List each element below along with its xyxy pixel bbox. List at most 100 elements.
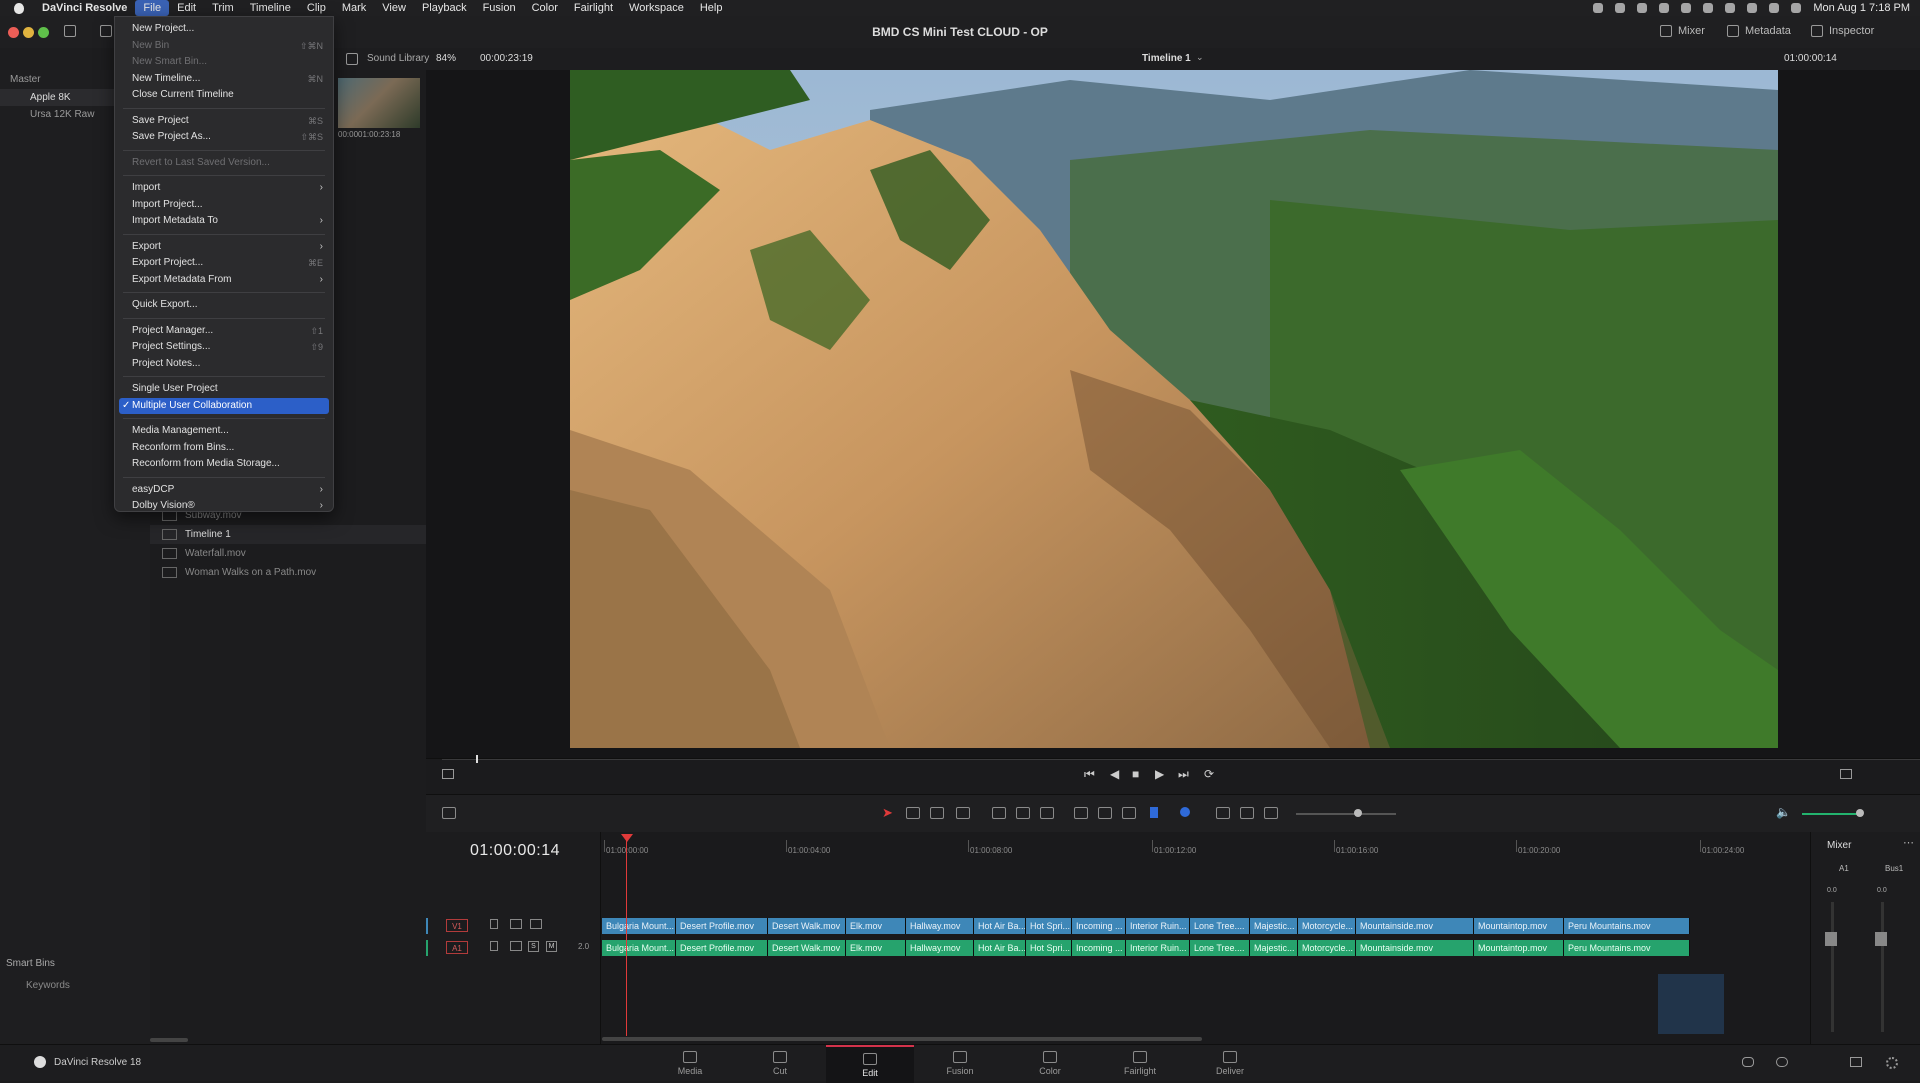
menu-item[interactable]: New Timeline... ⌘N — [115, 71, 333, 88]
menu-item[interactable]: Export Metadata From › — [115, 272, 333, 289]
timeline-clip[interactable]: Peru Mountains.mov — [1564, 940, 1690, 956]
zoom-slider[interactable] — [1296, 813, 1396, 815]
menu-item[interactable]: Project Settings... ⇧9 — [115, 339, 333, 356]
timeline-clip[interactable]: Bulgaria Mount... — [602, 940, 676, 956]
zoom-custom-icon[interactable] — [1264, 807, 1278, 819]
flag-icon[interactable] — [1150, 807, 1158, 818]
timeline-selector[interactable]: Timeline 1 — [1142, 53, 1191, 64]
menu-item[interactable]: Project Manager... ⇧1 — [115, 323, 333, 340]
overwrite-clip-icon[interactable] — [1016, 807, 1030, 819]
metadata-toggle[interactable]: Metadata — [1727, 25, 1791, 37]
zoom-detail-icon[interactable] — [1240, 807, 1254, 819]
menu-item[interactable]: Reconform from Media Storage... — [115, 456, 333, 473]
lock-icon[interactable] — [1122, 807, 1136, 819]
menu-item[interactable]: Import › — [115, 180, 333, 197]
menu-item[interactable]: Save Project ⌘S — [115, 113, 333, 130]
scrubber-handle[interactable] — [476, 755, 478, 763]
timeline-clip[interactable]: Mountaintop.mov — [1474, 940, 1564, 956]
timeline-clip[interactable]: Hot Air Ba... — [974, 940, 1026, 956]
timeline-clip[interactable]: Motorcycle... — [1298, 940, 1356, 956]
menu-clip[interactable]: Clip — [299, 0, 334, 16]
timeline-clip[interactable]: Hallway.mov — [906, 940, 974, 956]
stop-icon[interactable]: ■ — [1132, 767, 1139, 781]
fader-a1[interactable] — [1831, 902, 1834, 1032]
selection-tool-icon[interactable]: ➤ — [882, 805, 893, 821]
volume-slider-handle[interactable] — [1856, 809, 1864, 817]
timeline-clip[interactable]: Peru Mountains.mov — [1564, 918, 1690, 934]
timeline-clip[interactable]: Hot Air Ba... — [974, 918, 1026, 934]
timeline-clip[interactable]: Elk.mov — [846, 940, 906, 956]
menu-app-name[interactable]: DaVinci Resolve — [34, 0, 135, 16]
timeline-clip[interactable]: Hallway.mov — [906, 918, 974, 934]
viewer-mode-icon[interactable] — [442, 769, 454, 779]
dynamic-trim-icon[interactable] — [930, 807, 944, 819]
menu-item[interactable]: Close Current Timeline — [115, 87, 333, 104]
menu-help[interactable]: Help — [692, 0, 731, 16]
go-to-start-icon[interactable]: ⏮ — [1084, 767, 1095, 782]
timeline-clip[interactable]: Mountainside.mov — [1356, 940, 1474, 956]
timeline-clip[interactable]: Hot Spri... — [1026, 918, 1072, 934]
timeline-clip[interactable]: Incoming ... — [1072, 918, 1126, 934]
menu-playback[interactable]: Playback — [414, 0, 475, 16]
menu-item[interactable]: Project Notes... — [115, 356, 333, 373]
timeline-clip[interactable]: Majestic... — [1250, 918, 1298, 934]
creative-cloud-icon[interactable] — [1593, 3, 1604, 13]
menu-item[interactable]: Import Project... — [115, 197, 333, 214]
menu-fairlight[interactable]: Fairlight — [566, 0, 621, 16]
menu-trim[interactable]: Trim — [204, 0, 242, 16]
viewer-scrubber[interactable] — [442, 759, 1920, 760]
davinci-icon[interactable] — [1637, 3, 1648, 13]
timeline-clip[interactable]: Lone Tree.... — [1190, 918, 1250, 934]
blade-tool-icon[interactable] — [956, 807, 970, 819]
page-tab-deliver[interactable]: Deliver — [1186, 1045, 1274, 1081]
track-autoselect-icon[interactable] — [510, 941, 522, 951]
menu-item[interactable]: Import Metadata To › — [115, 213, 333, 230]
timeline-clip[interactable]: Lone Tree.... — [1190, 940, 1250, 956]
volume-icon[interactable] — [1681, 3, 1692, 13]
link-icon[interactable] — [1098, 807, 1112, 819]
wifi-icon[interactable] — [1725, 3, 1736, 13]
page-tab-color[interactable]: Color — [1006, 1045, 1094, 1081]
menu-mark[interactable]: Mark — [334, 0, 374, 16]
list-item[interactable]: Woman Walks on a Path.mov — [150, 563, 426, 582]
clip-thumbnail[interactable] — [338, 78, 420, 128]
clock-icon[interactable] — [1747, 3, 1758, 13]
menu-item[interactable]: easyDCP › — [115, 482, 333, 499]
trim-tool-icon[interactable] — [906, 807, 920, 819]
menu-item[interactable]: ✓ Multiple User Collaboration — [119, 397, 329, 414]
timeline-clip[interactable]: Incoming ... — [1072, 940, 1126, 956]
menu-edit[interactable]: Edit — [169, 0, 204, 16]
volume-slider[interactable] — [1802, 813, 1860, 815]
menu-file[interactable]: File — [135, 0, 170, 16]
menu-item[interactable]: Media Management... — [115, 423, 333, 440]
horizontal-scrollbar[interactable] — [150, 1038, 188, 1042]
page-tab-cut[interactable]: Cut — [736, 1045, 824, 1081]
timeline-clip[interactable]: Motorcycle... — [1298, 918, 1356, 934]
snapping-icon[interactable] — [1074, 807, 1088, 819]
timeline-clip[interactable]: Desert Profile.mov — [676, 918, 768, 934]
playhead-handle[interactable] — [621, 834, 633, 842]
timeline-clip[interactable]: Hot Spri... — [1026, 940, 1072, 956]
timeline-clip[interactable]: Majestic... — [1250, 940, 1298, 956]
menu-fusion[interactable]: Fusion — [475, 0, 524, 16]
menu-item[interactable]: New Project... — [115, 21, 333, 38]
timeline-clip[interactable]: Mountainside.mov — [1356, 918, 1474, 934]
track-lock-icon[interactable] — [490, 919, 498, 929]
insert-clip-icon[interactable] — [992, 807, 1006, 819]
track-lock-icon[interactable] — [490, 941, 498, 951]
track-a1-label[interactable]: A1 — [446, 941, 468, 954]
timeline-clip[interactable]: Desert Profile.mov — [676, 940, 768, 956]
bluetooth-icon[interactable] — [1703, 3, 1714, 13]
page-tab-fusion[interactable]: Fusion — [916, 1045, 1004, 1081]
timeline-ruler[interactable]: 01:00:00:00 01:00:04:00 01:00:08:00 01:0… — [600, 832, 1810, 860]
home-icon[interactable] — [1850, 1057, 1862, 1067]
menu-item[interactable]: Export › — [115, 239, 333, 256]
solo-button[interactable]: S — [528, 941, 539, 952]
apple-icon[interactable] — [14, 2, 24, 14]
track-autoselect-icon[interactable] — [510, 919, 522, 929]
timeline-clip[interactable]: Elk.mov — [846, 918, 906, 934]
timeline-clip[interactable]: Bulgaria Mount... — [602, 918, 676, 934]
page-tab-fairlight[interactable]: Fairlight — [1096, 1045, 1184, 1081]
control-center-icon[interactable] — [1791, 3, 1802, 13]
page-tab-edit[interactable]: Edit — [826, 1045, 914, 1083]
